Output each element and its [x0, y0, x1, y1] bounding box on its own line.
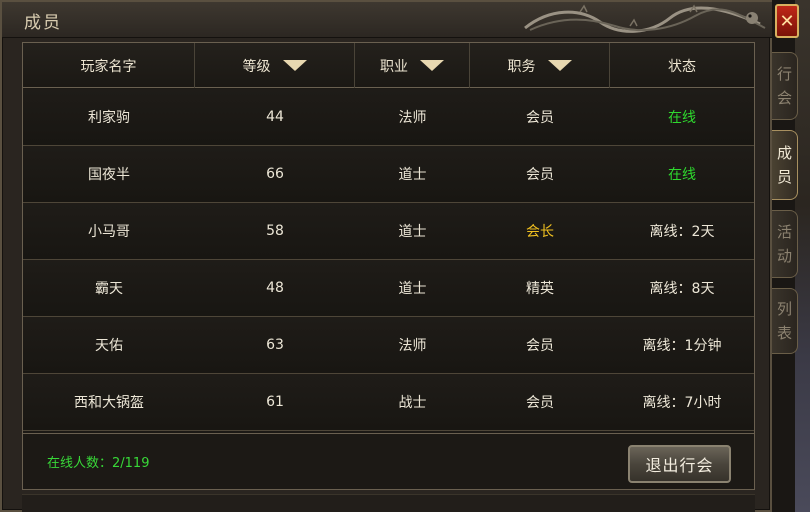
sort-down-icon[interactable]: [420, 60, 444, 71]
tab-list-char: 表: [776, 324, 792, 342]
tab-events-char: 活: [776, 223, 792, 241]
header-name-label: 玩家名字: [80, 58, 137, 75]
member-job: 法师: [398, 338, 427, 354]
member-name: 霸天: [95, 281, 123, 297]
member-level: 63: [266, 337, 284, 353]
tab-guild[interactable]: 行 会: [772, 52, 798, 120]
header-position[interactable]: 职务: [470, 43, 610, 88]
member-job: 道士: [398, 281, 427, 297]
header-job-label: 职业: [380, 58, 408, 75]
member-job: 法师: [398, 110, 427, 126]
member-level: 61: [266, 394, 284, 410]
member-name: 利家驹: [88, 110, 130, 126]
tab-members-char: 成: [776, 144, 792, 162]
member-status: 离线：1分钟: [642, 338, 722, 354]
title-bar[interactable]: 成员: [2, 2, 772, 38]
tab-list[interactable]: 列 表: [772, 288, 798, 354]
header-name: 玩家名字: [23, 43, 195, 88]
member-status: 离线：8天: [649, 281, 715, 297]
member-job: 道士: [398, 167, 427, 183]
bottom-border: [22, 494, 755, 512]
quit-guild-button[interactable]: 退出行会: [628, 445, 731, 483]
member-position: 精英: [526, 281, 554, 297]
member-level: 48: [266, 280, 284, 296]
tab-members-char: 员: [776, 168, 792, 186]
table-row[interactable]: 西和大锅盔 61 战士 会员 离线：7小时: [23, 374, 754, 431]
table-row[interactable]: 利家驹 44 法师 会员 在线: [23, 89, 754, 146]
member-position: 会员: [526, 167, 554, 183]
member-status: 在线: [668, 110, 696, 126]
table-row[interactable]: 霸天 48 道士 精英 离线：8天: [23, 260, 754, 317]
tab-guild-char: 会: [776, 89, 792, 107]
header-level-label: 等级: [242, 58, 271, 75]
table-row[interactable]: 国夜半 66 道士 会员 在线: [23, 146, 754, 203]
table-header: 玩家名字 等级 职业 职务 状态: [23, 43, 754, 88]
online-count: 在线人数：2/119: [47, 456, 150, 471]
table-footer: 在线人数：2/119 退出行会: [22, 434, 755, 490]
member-position: 会员: [526, 110, 554, 126]
member-name: 天佑: [95, 338, 123, 354]
member-position: 会长: [526, 224, 554, 240]
tab-members[interactable]: 成 员: [772, 130, 798, 200]
tab-events[interactable]: 活 动: [772, 210, 798, 278]
member-status: 离线：7小时: [642, 395, 722, 411]
header-level[interactable]: 等级: [195, 43, 355, 88]
member-level: 58: [266, 223, 284, 239]
tab-events-char: 动: [776, 247, 792, 265]
member-status: 在线: [668, 167, 696, 183]
member-position: 会员: [526, 395, 554, 411]
dragon-ornament-icon: [524, 4, 766, 33]
sort-down-icon[interactable]: [547, 60, 572, 71]
member-name: 西和大锅盔: [74, 395, 144, 411]
member-table: 玩家名字 等级 职业 职务 状态 利家驹 44 法师 会员 在线 国夜半 66 …: [22, 42, 755, 434]
guild-members-window: 成员 玩家名字 等级 职业 职务 状态 利家驹 44 法师 会员 在线 国夜半 …: [0, 0, 772, 512]
member-position: 会员: [526, 338, 554, 354]
table-row[interactable]: 天佑 63 法师 会员 离线：1分钟: [23, 317, 754, 374]
member-job: 道士: [398, 224, 427, 240]
table-row[interactable]: 小马哥 58 道士 会长 离线：2天: [23, 203, 754, 260]
member-name: 小马哥: [88, 224, 130, 240]
header-status-label: 状态: [668, 58, 696, 75]
tab-guild-char: 行: [776, 65, 792, 83]
window-title: 成员: [24, 13, 62, 33]
header-status: 状态: [610, 43, 754, 88]
member-level: 66: [266, 166, 284, 182]
sort-down-icon[interactable]: [282, 60, 307, 71]
header-job[interactable]: 职业: [355, 43, 470, 88]
header-position-label: 职务: [507, 58, 536, 75]
member-job: 战士: [398, 395, 427, 411]
member-name: 国夜半: [88, 167, 130, 183]
member-level: 44: [266, 109, 284, 125]
close-icon[interactable]: ✕: [775, 4, 799, 38]
member-status: 离线：2天: [649, 224, 715, 240]
tab-list-char: 列: [776, 300, 792, 318]
